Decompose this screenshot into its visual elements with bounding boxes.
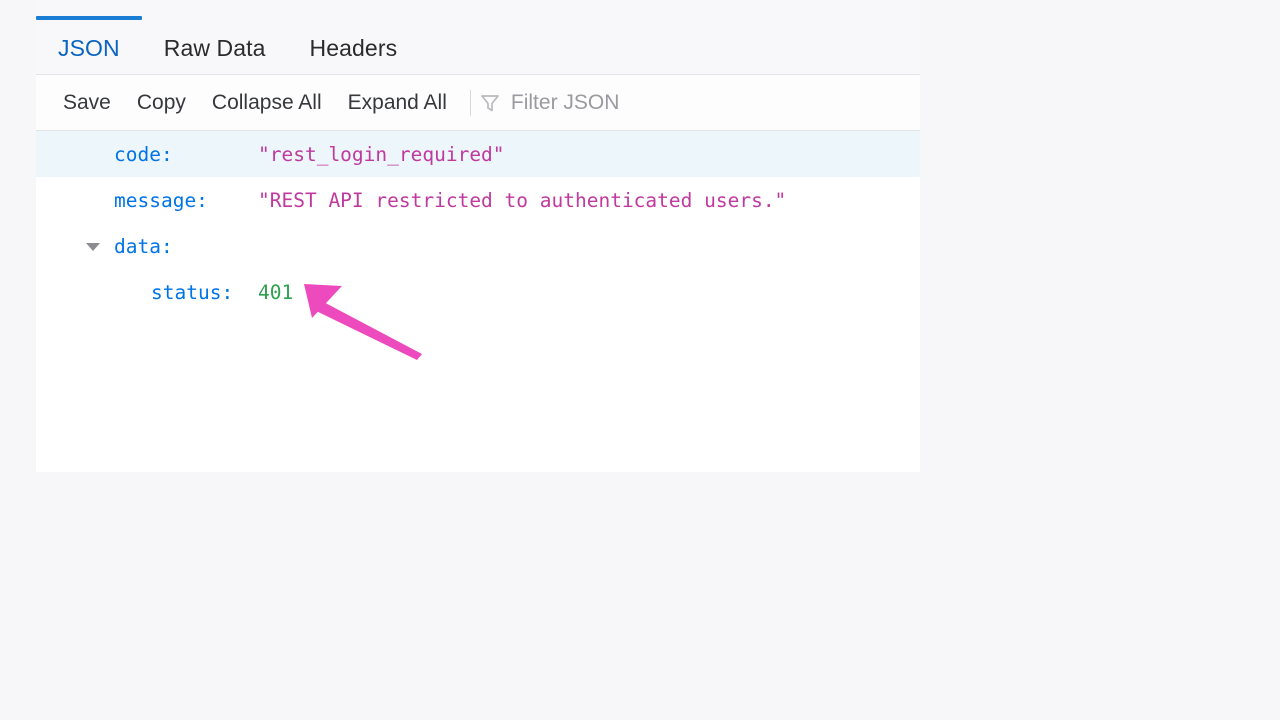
json-value-status: 401 — [258, 280, 294, 304]
json-key-status: status: — [151, 280, 234, 304]
json-viewer-panel: JSON Raw Data Headers Save Copy Collapse… — [36, 0, 920, 472]
json-key-cell: code: — [36, 143, 258, 166]
toolbar-separator — [469, 89, 471, 116]
expand-collapse-triangle-icon[interactable] — [86, 243, 100, 251]
json-key-data: data: — [114, 234, 173, 258]
json-row-message[interactable]: message: "REST API restricted to authent… — [36, 177, 920, 223]
json-key-cell: message: — [36, 189, 258, 212]
collapse-all-button[interactable]: Collapse All — [199, 88, 335, 117]
json-row-data[interactable]: data: — [36, 223, 920, 269]
filter-json-input[interactable] — [510, 90, 906, 115]
copy-button[interactable]: Copy — [124, 88, 199, 117]
json-rows-container: code: "rest_login_required" message: "RE… — [36, 131, 920, 315]
expand-all-button[interactable]: Expand All — [335, 88, 460, 117]
json-row-status[interactable]: status: 401 — [36, 269, 920, 315]
devtools-tab-strip: JSON Raw Data Headers — [36, 0, 920, 75]
json-key-code: code: — [114, 142, 173, 166]
json-key-cell: status: — [36, 281, 258, 304]
tab-headers[interactable]: Headers — [288, 0, 420, 74]
json-key-message: message: — [114, 188, 208, 212]
tab-raw-data[interactable]: Raw Data — [142, 0, 288, 74]
tab-json[interactable]: JSON — [36, 0, 142, 74]
json-viewer-toolbar: Save Copy Collapse All Expand All — [36, 75, 920, 131]
save-button[interactable]: Save — [50, 88, 124, 117]
json-key-cell: data: — [36, 235, 258, 258]
funnel-filter-icon — [481, 94, 499, 111]
json-value-code: "rest_login_required" — [258, 142, 505, 166]
filter-json-box[interactable] — [479, 90, 920, 115]
json-value-message: "REST API restricted to authenticated us… — [258, 188, 787, 212]
json-row-code[interactable]: code: "rest_login_required" — [36, 131, 920, 177]
